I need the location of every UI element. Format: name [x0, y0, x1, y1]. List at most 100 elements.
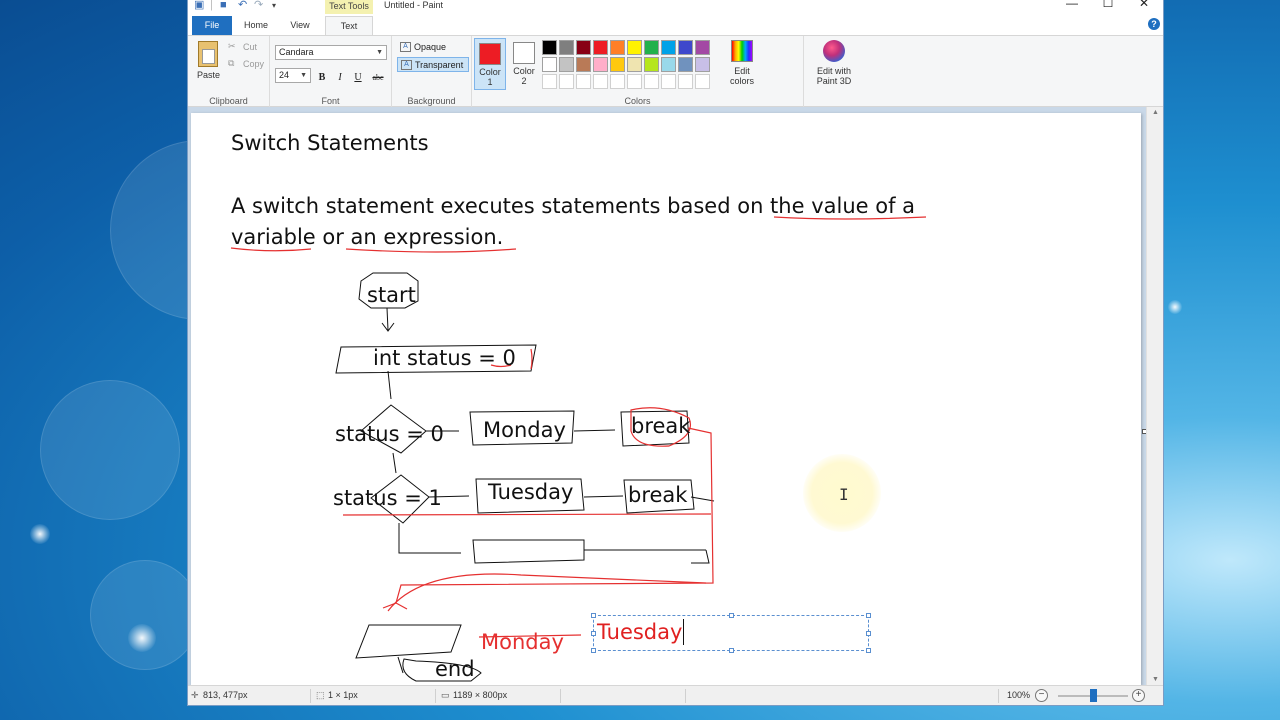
status-divider — [685, 689, 686, 703]
palette-swatch[interactable] — [678, 74, 693, 89]
resize-handle[interactable] — [591, 648, 596, 653]
minimize-button[interactable]: — — [1054, 0, 1090, 11]
paste-button[interactable]: Paste — [197, 70, 220, 80]
palette-swatch[interactable] — [559, 40, 574, 55]
palette-swatch[interactable] — [542, 57, 557, 72]
tab-text[interactable]: Text — [325, 16, 373, 35]
tab-file[interactable]: File — [192, 16, 232, 35]
palette-swatch[interactable] — [542, 40, 557, 55]
palette-swatch[interactable] — [627, 40, 642, 55]
palette-swatch[interactable] — [678, 40, 693, 55]
bold-button[interactable]: B — [314, 70, 330, 85]
maximize-button[interactable]: ☐ — [1090, 0, 1126, 11]
zoom-level: 100% — [1007, 690, 1031, 700]
help-icon[interactable]: ? — [1148, 18, 1160, 30]
drawing-canvas[interactable]: Switch Statements A switch statement exe… — [191, 113, 1141, 685]
cursor-position-value: 813, 477px — [203, 690, 248, 700]
palette-swatch[interactable] — [644, 74, 659, 89]
selection-size: ⬚ 1 × 1px — [316, 690, 358, 700]
palette-swatch[interactable] — [576, 40, 591, 55]
status-divider — [435, 689, 436, 703]
save-icon[interactable]: ■ — [220, 0, 227, 11]
close-button[interactable]: ✕ — [1126, 0, 1162, 11]
palette-swatch[interactable] — [678, 57, 693, 72]
resize-handle[interactable] — [866, 631, 871, 636]
title-bar: ▣ | ■ ↶ ↷ ▾ Text Tools Untitled - Paint … — [188, 0, 1163, 14]
paste-icon[interactable] — [198, 41, 218, 67]
opaque-label: Opaque — [414, 42, 447, 52]
palette-swatch[interactable] — [695, 57, 710, 72]
scroll-up-icon[interactable]: ▲ — [1147, 109, 1163, 116]
zoom-in-button[interactable]: + — [1132, 689, 1145, 702]
resize-handle[interactable] — [729, 613, 734, 618]
color2-button[interactable]: Color 2 — [508, 38, 540, 90]
palette-swatch[interactable] — [695, 74, 710, 89]
background-group: A Opaque A Transparent Background — [392, 36, 472, 107]
undo-icon[interactable]: ↶ — [238, 0, 247, 11]
flow-output-struck-label: Monday — [481, 630, 564, 654]
palette-swatch[interactable] — [593, 40, 608, 55]
desktop-sparkle — [30, 524, 50, 544]
color1-button[interactable]: Color 1 — [474, 38, 506, 90]
resize-handle[interactable] — [591, 613, 596, 618]
zoom-slider-thumb[interactable] — [1089, 689, 1097, 702]
palette-swatch[interactable] — [644, 40, 659, 55]
tab-view[interactable]: View — [280, 16, 320, 35]
edit-colors-button[interactable]: Edit colors — [724, 38, 760, 86]
strikethrough-button[interactable]: abc — [368, 70, 388, 85]
palette-swatch[interactable] — [576, 57, 591, 72]
palette-swatch[interactable] — [610, 74, 625, 89]
red-underline-annotations — [230, 216, 927, 253]
palette-swatch[interactable] — [661, 57, 676, 72]
cut-icon: ✂ — [228, 41, 236, 51]
palette-swatch[interactable] — [627, 74, 642, 89]
palette-swatch[interactable] — [576, 74, 591, 89]
copy-button[interactable]: Copy — [243, 59, 264, 69]
palette-swatch[interactable] — [559, 57, 574, 72]
text-tool-box[interactable]: Tuesday — [591, 613, 871, 653]
tab-home[interactable]: Home — [236, 16, 276, 35]
paint-app-icon: ▣ — [194, 0, 205, 11]
scroll-down-icon[interactable]: ▼ — [1147, 676, 1163, 683]
font-family-select[interactable]: Candara ▼ — [275, 45, 387, 60]
palette-swatch[interactable] — [661, 40, 676, 55]
paint3d-icon — [823, 40, 845, 62]
resize-handle[interactable] — [866, 648, 871, 653]
palette-swatch[interactable] — [593, 57, 608, 72]
status-divider — [560, 689, 561, 703]
cut-button[interactable]: Cut — [243, 42, 257, 52]
palette-swatch[interactable] — [627, 57, 642, 72]
palette-swatch[interactable] — [610, 40, 625, 55]
edit-with-paint3d-button[interactable]: Edit with Paint 3D — [806, 38, 862, 86]
palette-swatch[interactable] — [610, 57, 625, 72]
chevron-down-icon: ▼ — [376, 49, 383, 56]
palette-swatch[interactable] — [695, 40, 710, 55]
colors-group-label: Colors — [624, 96, 651, 106]
redo-icon[interactable]: ↷ — [254, 0, 263, 11]
palette-swatch[interactable] — [593, 74, 608, 89]
underline-button[interactable]: U — [350, 70, 366, 85]
window-title: Untitled - Paint — [384, 0, 444, 10]
font-family-value: Candara — [279, 47, 314, 57]
color1-number: 1 — [487, 77, 493, 87]
context-tab-text-tools: Text Tools — [325, 0, 373, 14]
font-size-select[interactable]: 24 ▼ — [275, 68, 311, 83]
opaque-button[interactable]: A Opaque — [397, 40, 467, 55]
resize-handle[interactable] — [591, 631, 596, 636]
palette-swatch[interactable] — [644, 57, 659, 72]
palette-swatch[interactable] — [661, 74, 676, 89]
italic-button[interactable]: I — [332, 70, 348, 85]
resize-handle[interactable] — [866, 613, 871, 618]
zoom-out-button[interactable]: − — [1035, 689, 1048, 702]
text-box-content[interactable]: Tuesday — [597, 619, 685, 645]
palette-swatch[interactable] — [542, 74, 557, 89]
selection-size-value: 1 × 1px — [328, 690, 358, 700]
resize-handle[interactable] — [729, 648, 734, 653]
vertical-scrollbar[interactable]: ▲ ▼ — [1146, 107, 1163, 685]
palette-swatch[interactable] — [559, 74, 574, 89]
flow-init-label: int status = 0 — [373, 346, 516, 370]
font-group-label: Font — [321, 96, 340, 106]
qa-divider: | — [210, 0, 213, 11]
customize-toolbar-icon[interactable]: ▾ — [272, 0, 276, 11]
transparent-button[interactable]: A Transparent — [397, 57, 469, 72]
